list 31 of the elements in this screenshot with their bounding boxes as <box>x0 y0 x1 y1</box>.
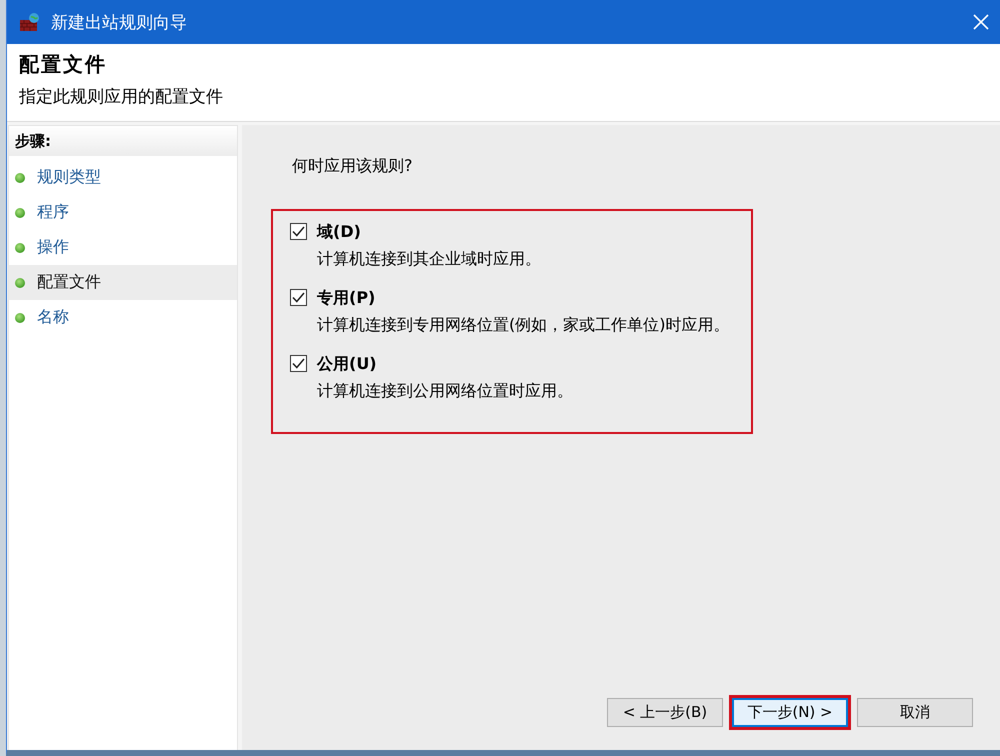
step-bullet-icon <box>15 312 25 322</box>
step-bullet-icon <box>15 278 25 288</box>
question-text: 何时应用该规则? <box>292 156 412 177</box>
step-item[interactable]: 名称 <box>9 300 237 335</box>
check-icon <box>292 292 305 303</box>
option-description: 计算机连接到专用网络位置(例如，家或工作单位)时应用。 <box>317 315 730 336</box>
close-icon <box>973 14 989 30</box>
step-item[interactable]: 配置文件 <box>9 265 237 300</box>
option-label: 专用(P) <box>317 288 376 309</box>
option-description: 计算机连接到公用网络位置时应用。 <box>317 381 573 402</box>
checkbox[interactable] <box>290 289 307 306</box>
option-label: 域(D) <box>317 222 361 243</box>
option-label: 公用(U) <box>317 354 377 375</box>
check-icon <box>292 226 305 237</box>
page-subtitle: 指定此规则应用的配置文件 <box>19 86 223 108</box>
step-item[interactable]: 规则类型 <box>9 160 237 195</box>
checkbox[interactable] <box>290 355 307 372</box>
step-item[interactable]: 操作 <box>9 230 237 265</box>
step-item[interactable]: 程序 <box>9 195 237 230</box>
wizard-button[interactable]: 下一步(N) > <box>732 698 848 727</box>
page-title: 配置文件 <box>19 51 107 78</box>
wizard-button[interactable]: < 上一步(B) <box>607 698 723 727</box>
step-bullet-icon <box>15 172 25 182</box>
wizard-button[interactable]: 取消 <box>857 698 973 727</box>
checkbox[interactable] <box>290 223 307 240</box>
step-bullet-icon <box>15 208 25 218</box>
option-description: 计算机连接到其企业域时应用。 <box>317 249 541 270</box>
brick-wall-globe-icon <box>19 12 41 32</box>
step-bullet-icon <box>15 242 25 252</box>
window-title: 新建出站规则向导 <box>51 12 188 34</box>
check-icon <box>292 358 305 369</box>
